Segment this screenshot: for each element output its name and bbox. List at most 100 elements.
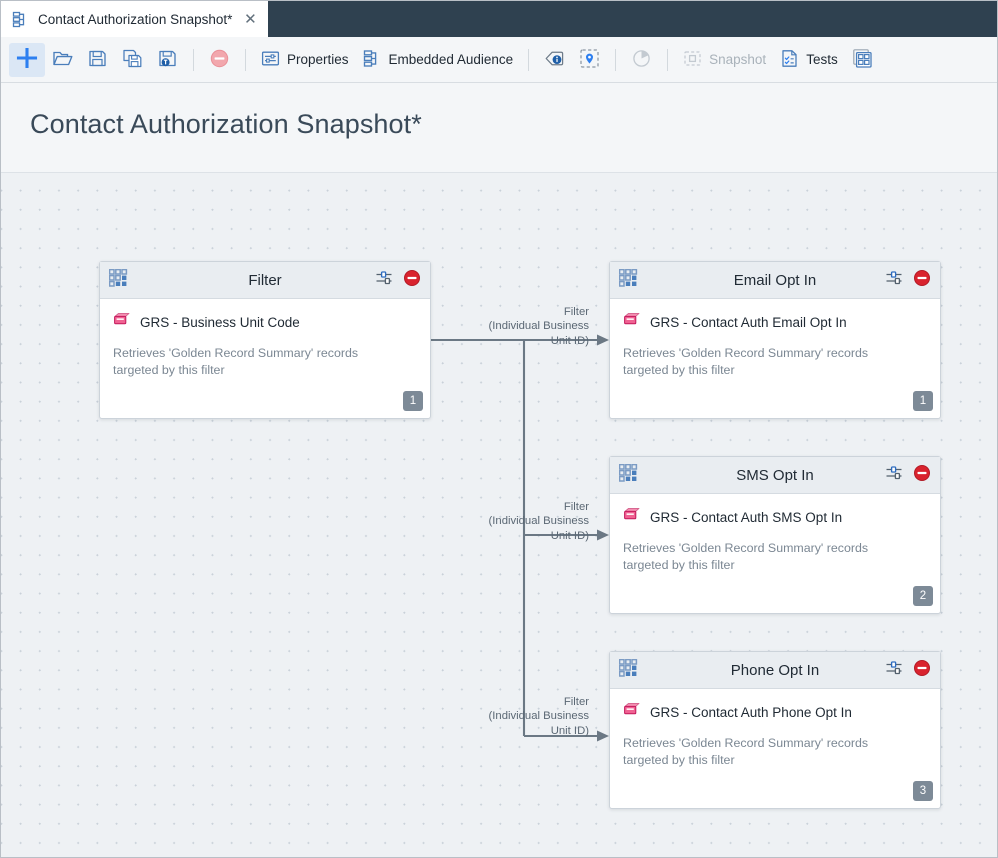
edge-label-line1: Filter (433, 695, 589, 709)
data-source-icon (623, 312, 641, 332)
new-button[interactable] (9, 43, 45, 77)
tests-button[interactable]: Tests (773, 43, 845, 77)
save-icon (87, 48, 108, 72)
toolbar-separator (667, 49, 668, 71)
toolbar: Properties Embedded Audience (1, 37, 998, 83)
data-source-icon (623, 507, 641, 527)
node-header-actions (885, 269, 931, 292)
reports-button[interactable] (845, 43, 880, 77)
node-source-label: GRS - Contact Auth Phone Opt In (650, 705, 852, 720)
node-source-label: GRS - Business Unit Code (140, 315, 300, 330)
save-template-button[interactable] (150, 43, 185, 77)
flow-diagram-icon (12, 11, 29, 28)
flow-canvas[interactable]: Filter (Individual Business Unit ID) Fil… (1, 173, 997, 857)
properties-label: Properties (287, 52, 349, 67)
edge-label-line3: Unit ID) (433, 529, 589, 543)
embedded-audience-button[interactable]: Embedded Audience (356, 43, 521, 77)
page-title: Contact Authorization Snapshot* (30, 109, 422, 140)
node-grid-icon (619, 464, 639, 487)
node-source-label: GRS - Contact Auth Email Opt In (650, 315, 847, 330)
node-badge: 3 (913, 781, 933, 801)
properties-button[interactable]: Properties (254, 43, 356, 77)
snapshot-button: Snapshot (676, 43, 773, 77)
node-header: Filter (100, 262, 430, 299)
node-grid-icon (109, 269, 129, 292)
node-grid-icon (619, 659, 639, 682)
node-header: Phone Opt In (610, 652, 940, 689)
application-window: Contact Authorization Snapshot* ✕ (0, 0, 998, 858)
tag-info-icon (544, 48, 565, 72)
data-source-icon (113, 312, 131, 332)
tests-label: Tests (806, 52, 838, 67)
node-body: GRS - Business Unit Code Retrieves 'Gold… (100, 299, 430, 379)
delete-circle-icon (209, 48, 230, 72)
toolbar-separator (245, 49, 246, 71)
edge-label-line1: Filter (433, 500, 589, 514)
data-source-icon (623, 702, 641, 722)
node-grid-icon (619, 269, 639, 292)
save-as-icon (122, 48, 143, 72)
edge-label-email: Filter (Individual Business Unit ID) (433, 305, 589, 348)
node-description: Retrieves 'Golden Record Summary' record… (623, 540, 913, 574)
node-description: Retrieves 'Golden Record Summary' record… (113, 345, 403, 379)
node-remove-icon[interactable] (403, 269, 421, 292)
node-badge: 1 (403, 391, 423, 411)
node-header: Email Opt In (610, 262, 940, 299)
folder-open-icon (52, 48, 73, 72)
node-source-row[interactable]: GRS - Contact Auth Email Opt In (623, 312, 927, 332)
node-remove-icon[interactable] (913, 659, 931, 682)
tag-button[interactable] (537, 43, 572, 77)
toolbar-separator (615, 49, 616, 71)
embedded-audience-icon (363, 49, 382, 71)
delete-button[interactable] (202, 43, 237, 77)
save-as-button[interactable] (115, 43, 150, 77)
node-source-label: GRS - Contact Auth SMS Opt In (650, 510, 842, 525)
open-button[interactable] (45, 43, 80, 77)
title-bar: Contact Authorization Snapshot* ✕ (1, 1, 998, 37)
node-remove-icon[interactable] (913, 269, 931, 292)
node-sms-opt-in[interactable]: SMS Opt In (609, 456, 941, 614)
node-settings-icon[interactable] (885, 659, 903, 682)
properties-icon (261, 49, 280, 71)
reports-grid-icon (852, 48, 873, 72)
node-description: Retrieves 'Golden Record Summary' record… (623, 345, 913, 379)
node-settings-icon[interactable] (885, 269, 903, 292)
tests-icon (780, 49, 799, 71)
node-settings-icon[interactable] (885, 464, 903, 487)
node-header-actions (885, 464, 931, 487)
location-pin-icon (579, 48, 600, 72)
node-description: Retrieves 'Golden Record Summary' record… (623, 735, 913, 769)
plus-icon (16, 47, 38, 72)
node-header-actions (375, 269, 421, 292)
pie-chart-icon (631, 48, 652, 72)
node-settings-icon[interactable] (375, 269, 393, 292)
node-header-actions (885, 659, 931, 682)
snapshot-label: Snapshot (709, 52, 766, 67)
save-button[interactable] (80, 43, 115, 77)
document-tab[interactable]: Contact Authorization Snapshot* ✕ (1, 1, 268, 37)
close-icon[interactable]: ✕ (241, 10, 259, 28)
node-remove-icon[interactable] (913, 464, 931, 487)
node-body: GRS - Contact Auth Email Opt In Retrieve… (610, 299, 940, 379)
node-source-row[interactable]: GRS - Contact Auth Phone Opt In (623, 702, 927, 722)
node-body: GRS - Contact Auth SMS Opt In Retrieves … (610, 494, 940, 574)
node-phone-opt-in[interactable]: Phone Opt In (609, 651, 941, 809)
snapshot-icon (683, 49, 702, 71)
edge-label-line2: (Individual Business (433, 319, 589, 333)
node-body: GRS - Contact Auth Phone Opt In Retrieve… (610, 689, 940, 769)
edge-label-sms: Filter (Individual Business Unit ID) (433, 500, 589, 543)
edge-label-line1: Filter (433, 305, 589, 319)
node-email-opt-in[interactable]: Email Opt In (609, 261, 941, 419)
node-header: SMS Opt In (610, 457, 940, 494)
toolbar-separator (193, 49, 194, 71)
embedded-audience-label: Embedded Audience (389, 52, 514, 67)
node-filter[interactable]: Filter (99, 261, 431, 419)
node-badge: 1 (913, 391, 933, 411)
node-source-row[interactable]: GRS - Contact Auth SMS Opt In (623, 507, 927, 527)
save-tag-icon (157, 48, 178, 72)
edge-label-line3: Unit ID) (433, 334, 589, 348)
location-button[interactable] (572, 43, 607, 77)
chart-button (624, 43, 659, 77)
node-source-row[interactable]: GRS - Business Unit Code (113, 312, 417, 332)
edge-label-line2: (Individual Business (433, 709, 589, 723)
